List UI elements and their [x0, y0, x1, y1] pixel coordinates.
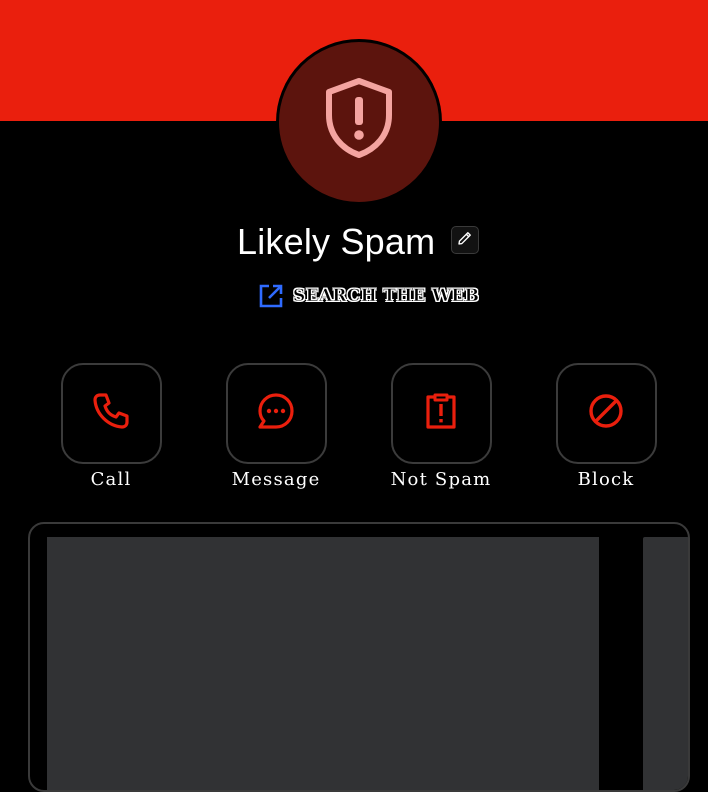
- clipboard-alert-icon: [421, 391, 461, 436]
- block-action[interactable]: Block: [541, 363, 671, 492]
- details-panel: [28, 522, 690, 792]
- message-action[interactable]: Message: [211, 363, 341, 492]
- action-row: Call Message Not Spam Block: [0, 363, 708, 503]
- details-card: [47, 537, 599, 790]
- not-spam-label: Not Spam: [390, 469, 492, 490]
- message-button[interactable]: [225, 363, 327, 464]
- not-spam-action[interactable]: Not Spam: [376, 363, 506, 492]
- message-label: Message: [231, 469, 321, 490]
- contact-title: Likely Spam: [237, 221, 436, 262]
- external-link-icon: [258, 283, 284, 309]
- edit-contact-button[interactable]: [451, 226, 479, 254]
- search-the-web-link[interactable]: SEARCH THE WEB: [258, 281, 479, 311]
- contact-avatar: [276, 39, 442, 205]
- block-label: Block: [577, 469, 635, 490]
- call-label: Call: [90, 469, 132, 490]
- not-spam-button[interactable]: [390, 363, 492, 464]
- phone-icon: [91, 391, 131, 436]
- details-card-next: [643, 537, 688, 790]
- search-the-web-label: SEARCH THE WEB: [293, 286, 480, 307]
- block-icon: [586, 391, 626, 436]
- call-button[interactable]: [60, 363, 162, 464]
- shield-alert-icon: [323, 77, 395, 164]
- call-action[interactable]: Call: [46, 363, 176, 492]
- contact-title-row: Likely Spam: [0, 214, 708, 270]
- pencil-icon: [456, 229, 474, 252]
- block-button[interactable]: [555, 363, 657, 464]
- message-bubble-icon: [256, 391, 296, 436]
